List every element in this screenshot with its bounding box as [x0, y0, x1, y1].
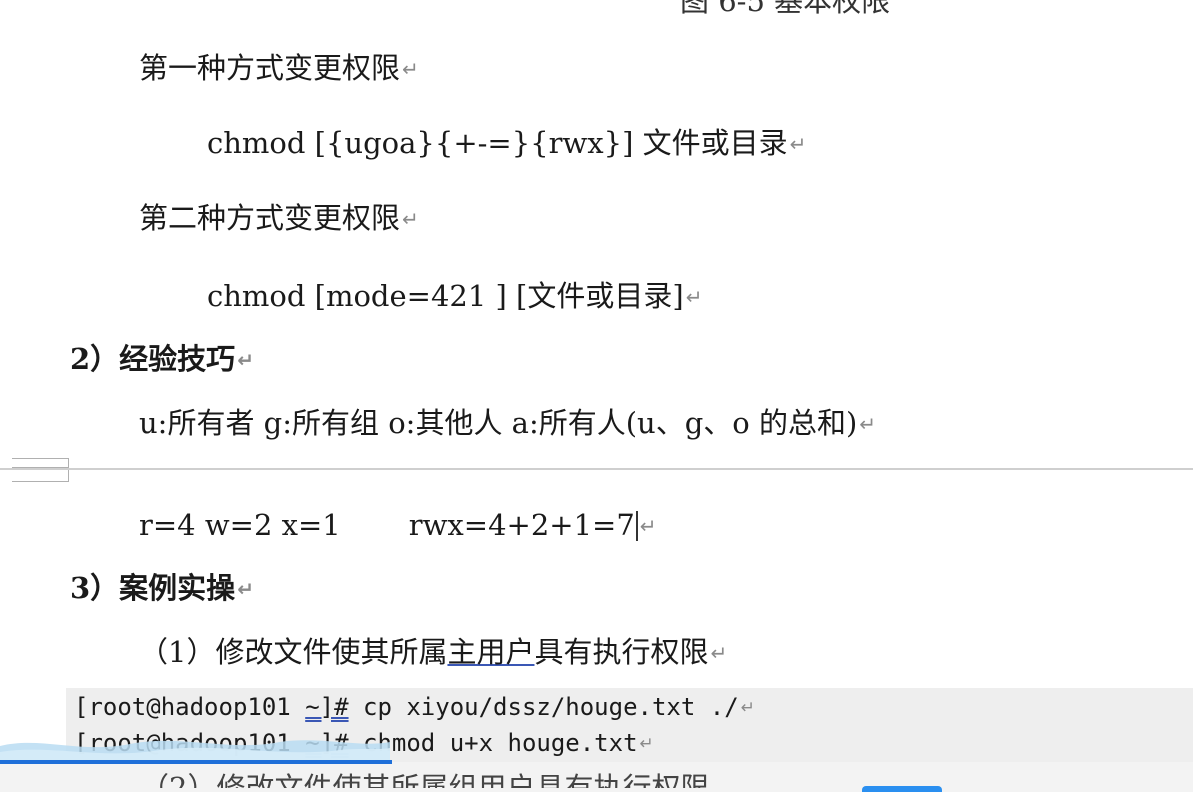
paragraph-mark-icon: ↵ — [237, 348, 254, 372]
paragraph-mark-icon: ↵ — [710, 641, 728, 665]
method1-heading-text: 第一种方式变更权限 — [139, 51, 401, 85]
paragraph-mark-icon: ↵ — [237, 577, 254, 601]
method1-syntax-text: chmod [{ugoa}{+-=}{rwx}] 文件或目录 — [207, 126, 788, 160]
permission-values-line: r=4 w=2 x=1 rwx=4+2+1=7 ↵ — [139, 507, 657, 544]
paragraph-mark-icon: ↵ — [859, 412, 877, 436]
paragraph-mark-icon: ↵ — [639, 514, 657, 538]
code-command: chmod u+x houge.txt — [348, 729, 638, 757]
method2-heading-text: 第二种方式变更权限 — [139, 201, 401, 235]
player-tab-indicator[interactable] — [862, 786, 942, 792]
code-command: cp xiyou/dssz/houge.txt ./ — [348, 693, 739, 721]
method2-syntax: chmod [mode=421 ] [文件或目录] ↵ — [207, 278, 702, 315]
code-line-1: [root@hadoop101 ~]# cp xiyou/dssz/houge.… — [74, 692, 755, 723]
method2-syntax-text: chmod [mode=421 ] [文件或目录] — [207, 279, 684, 313]
paragraph-mark-icon: ↵ — [685, 285, 703, 309]
paragraph-mark-icon: ↵ — [639, 734, 654, 754]
roles-line-text: u:所有者 g:所有组 o:其他人 a:所有人(u、g、o 的总和) — [139, 406, 858, 440]
section3-heading-text: 3）案例实操 — [70, 571, 236, 605]
paragraph-mark-icon: ↵ — [740, 698, 755, 718]
code-prompt: [root@hadoop101 — [74, 693, 306, 721]
paragraph-mark-icon: ↵ — [402, 207, 419, 231]
method2-heading: 第二种方式变更权限 ↵ — [139, 200, 419, 237]
page-break-line — [0, 468, 1193, 470]
case1-underlined: 主用户 — [447, 635, 535, 669]
paragraph-mark-icon: ↵ — [402, 57, 419, 81]
paragraph-mark-icon: ↵ — [789, 132, 807, 156]
method1-syntax: chmod [{ugoa}{+-=}{rwx}] 文件或目录 ↵ — [207, 125, 806, 162]
page-break-marker — [12, 458, 69, 482]
section3-heading: 3）案例实操 ↵ — [70, 570, 254, 607]
perm-values-text: r=4 w=2 x=1 — [139, 508, 341, 542]
method1-heading: 第一种方式变更权限 ↵ — [139, 50, 419, 87]
figure-caption-fragment: 图 6-5 基本权限 — [680, 0, 891, 18]
case1-suffix: 具有执行权限 — [534, 635, 709, 669]
code-prompt-dir: ~]# — [305, 693, 349, 721]
roles-line: u:所有者 g:所有组 o:其他人 a:所有人(u、g、o 的总和) ↵ — [139, 405, 876, 442]
progress-bar[interactable] — [0, 760, 392, 764]
section2-heading-text: 2）经验技巧 — [70, 342, 236, 376]
perm-sum-text: rwx=4+2+1=7 — [408, 508, 635, 542]
section2-heading: 2）经验技巧 ↵ — [70, 341, 254, 378]
text-cursor — [635, 511, 638, 541]
case1-prefix: （1）修改文件使其所属 — [139, 635, 448, 669]
case1-line: （1）修改文件使其所属主用户具有执行权限 ↵ — [139, 634, 727, 671]
